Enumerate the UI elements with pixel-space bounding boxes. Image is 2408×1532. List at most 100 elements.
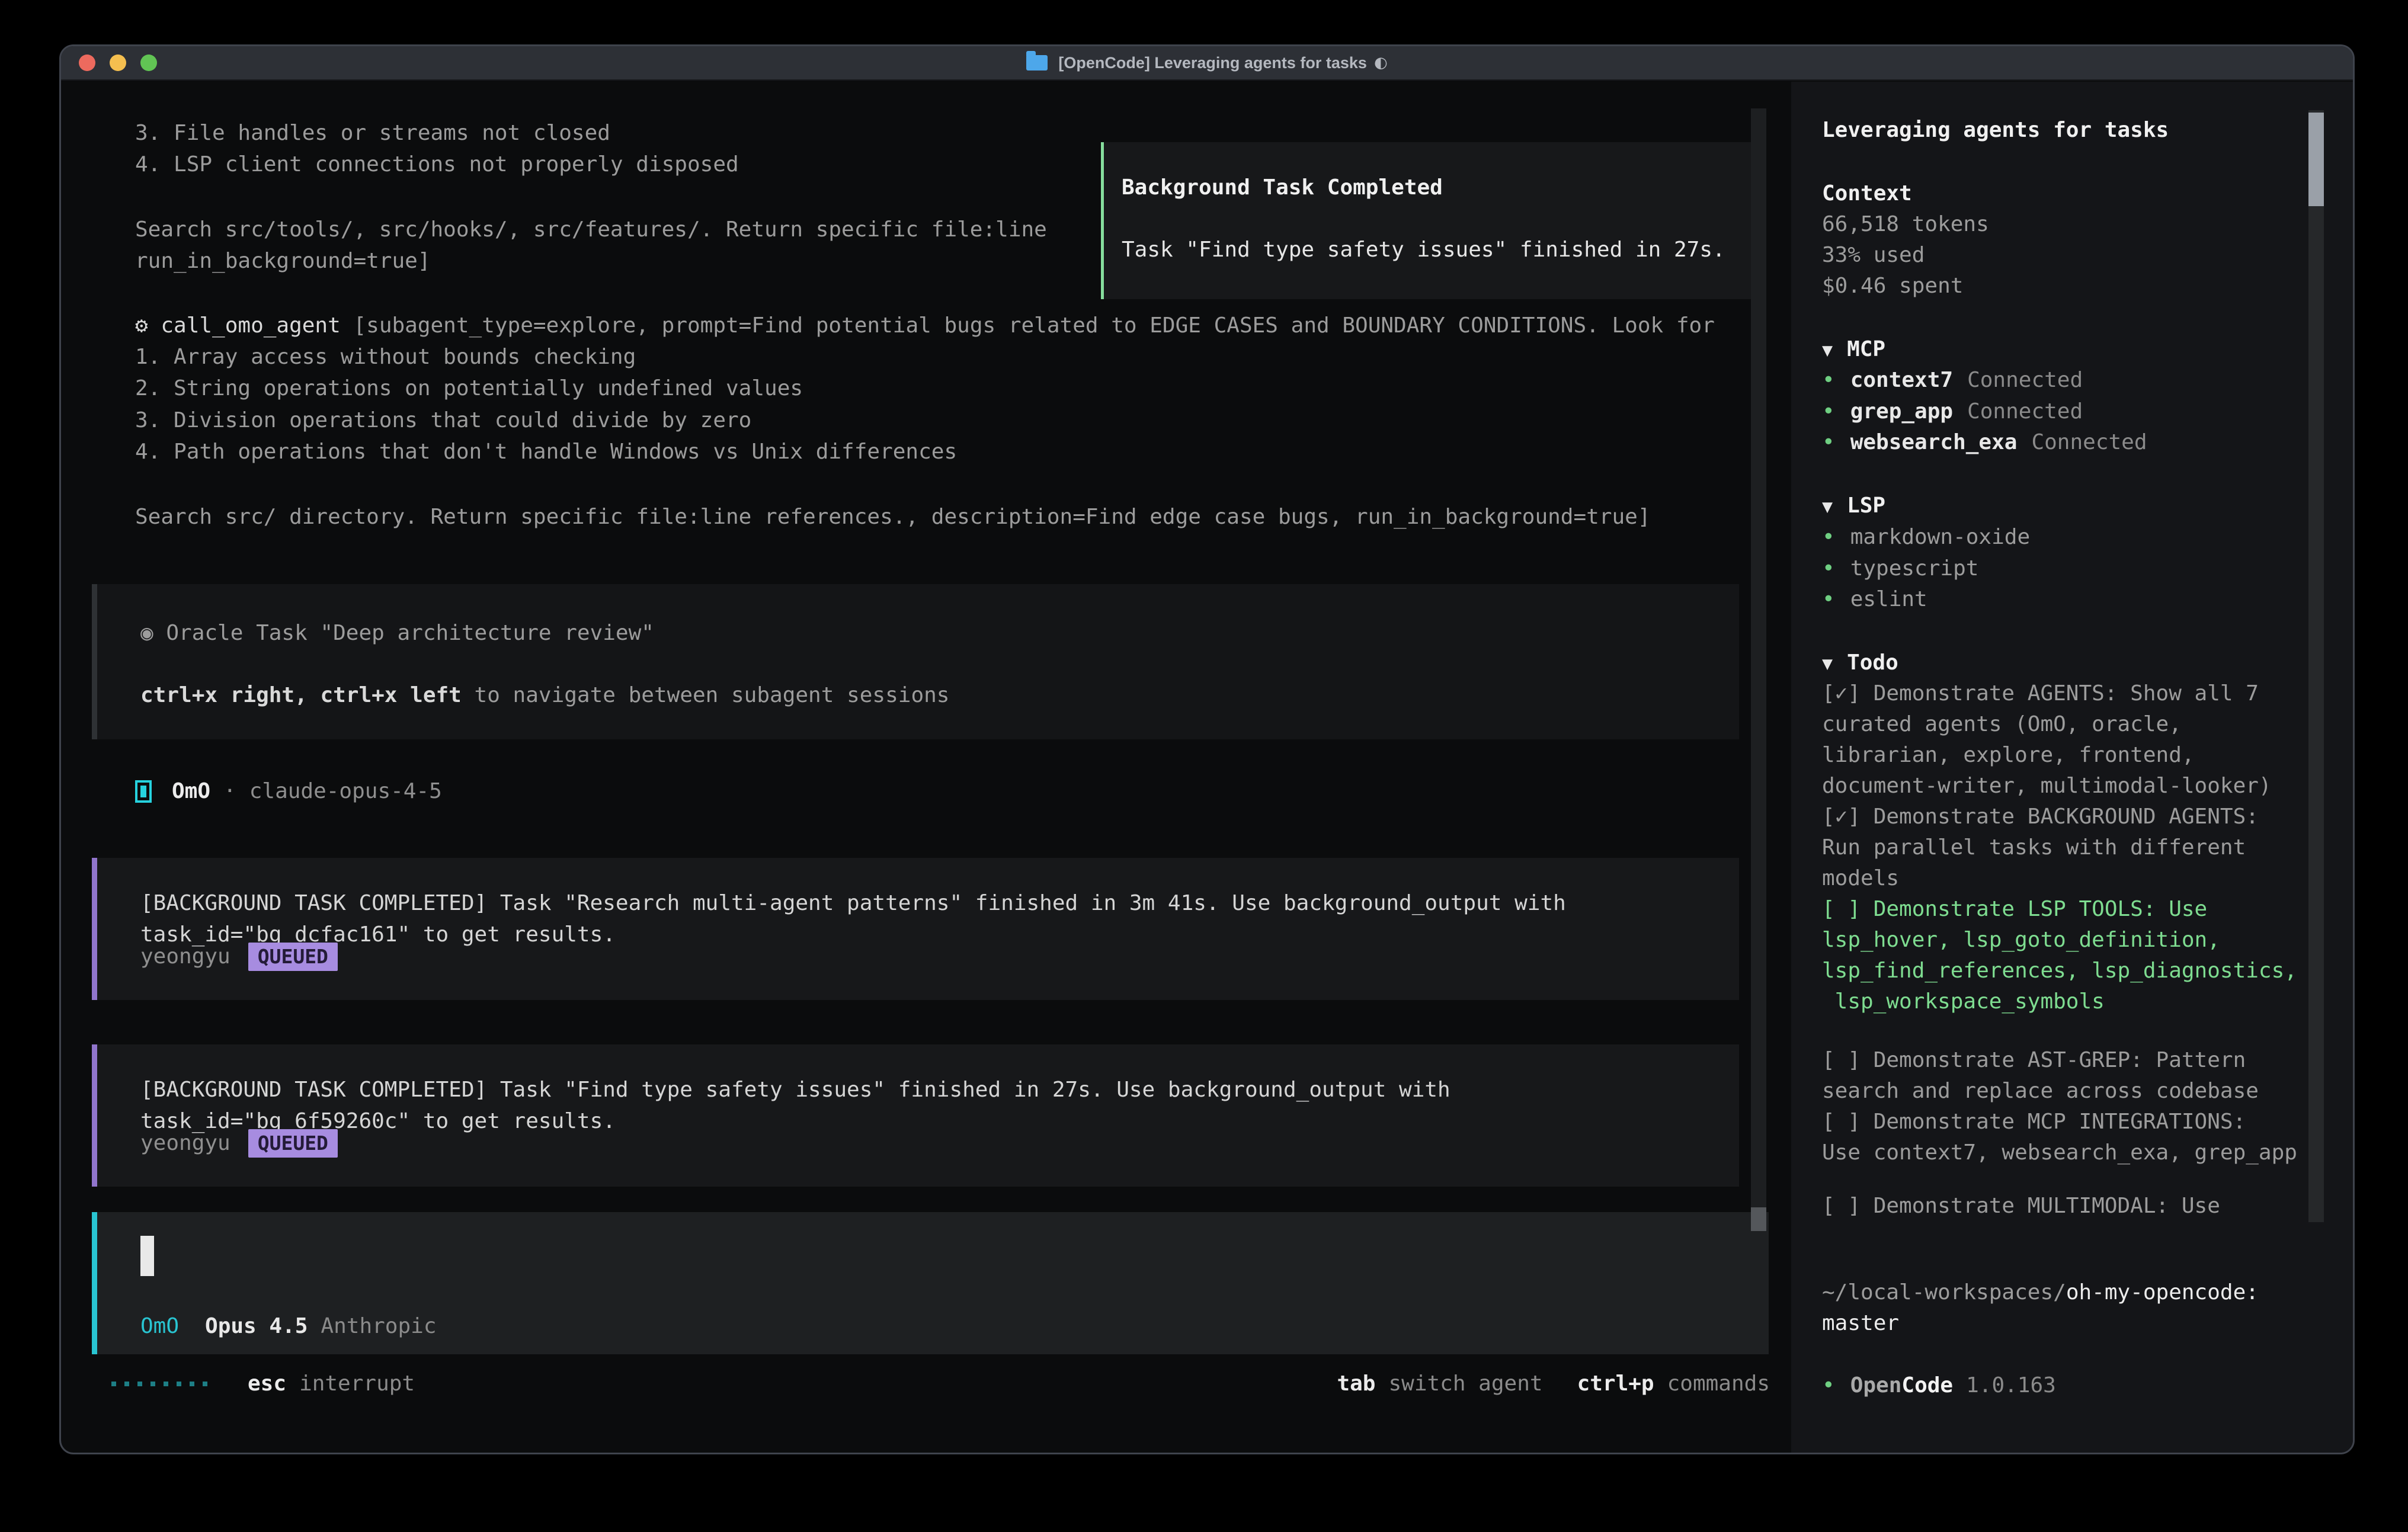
status-dot-icon: • bbox=[1822, 1373, 1835, 1398]
mcp-name: websearch_exa bbox=[1850, 430, 2018, 454]
todo-line: [✓] Demonstrate BACKGROUND AGENTS: bbox=[1822, 802, 2326, 832]
todo-line: search and replace across codebase bbox=[1822, 1076, 2326, 1107]
status-badge: QUEUED bbox=[248, 943, 338, 971]
mcp-status: Connected bbox=[2031, 430, 2147, 454]
status-dot-icon: • bbox=[1822, 525, 1835, 549]
todo-line-active: [ ] Demonstrate LSP TOOLS: Use bbox=[1822, 894, 2326, 925]
terminal-line: Search src/tools/, src/hooks/, src/featu… bbox=[135, 214, 1047, 245]
mcp-item: • websearch_exa Connected bbox=[1822, 427, 2147, 458]
background-task-message: [BACKGROUND TASK COMPLETED] Task "Resear… bbox=[92, 858, 1739, 1000]
terminal-line: run_in_background=true] bbox=[135, 245, 431, 277]
hint-description: to navigate between subagent sessions bbox=[475, 683, 950, 707]
mcp-section-header[interactable]: ▼MCP bbox=[1822, 334, 1885, 365]
agent-separator: · bbox=[223, 779, 236, 803]
todo-line: [ ] Demonstrate AST-GREP: Pattern bbox=[1822, 1045, 2326, 1076]
context-tokens: 66,518 tokens bbox=[1822, 209, 1989, 240]
close-button[interactable] bbox=[79, 55, 95, 71]
model-row: OmO Opus 4.5 Anthropic bbox=[140, 1310, 437, 1342]
lsp-name: markdown-oxide bbox=[1850, 525, 2030, 549]
agent-checkbox-icon bbox=[135, 780, 152, 803]
sidebar: Leveraging agents for tasks Context 66,5… bbox=[1791, 82, 2355, 1454]
message-user: yeongyu bbox=[140, 1131, 230, 1155]
prompt-input[interactable]: OmO Opus 4.5 Anthropic bbox=[92, 1212, 1769, 1354]
lsp-item: • markdown-oxide bbox=[1822, 521, 2030, 553]
oracle-task-card: ◉ Oracle Task "Deep architecture review"… bbox=[92, 584, 1739, 739]
lsp-name: typescript bbox=[1850, 556, 1979, 581]
lsp-section-header[interactable]: ▼LSP bbox=[1822, 490, 1885, 521]
terminal-line: 1. Array access without bounds checking bbox=[135, 341, 636, 373]
toast-body: Task "Find type safety issues" finished … bbox=[1122, 234, 1725, 265]
agent-header: OmO · claude-opus-4-5 bbox=[135, 775, 442, 807]
todo-line-active: lsp_find_references, lsp_diagnostics, bbox=[1822, 956, 2326, 986]
todo-list: [✓] Demonstrate AGENTS: Show all 7 curat… bbox=[1822, 678, 2326, 1222]
terminal-line: 4. LSP client connections not properly d… bbox=[135, 149, 739, 180]
context-spent: $0.46 spent bbox=[1822, 270, 1963, 302]
lsp-name: eslint bbox=[1850, 587, 1927, 611]
mcp-item: •context7Connected bbox=[1822, 364, 2083, 396]
tab-key-label: switch agent bbox=[1388, 1371, 1542, 1396]
minimize-button[interactable] bbox=[110, 55, 126, 71]
main-scrollbar-thumb[interactable] bbox=[1751, 1207, 1766, 1231]
message-meta: yeongyu QUEUED bbox=[140, 1127, 338, 1159]
main-scrollbar[interactable] bbox=[1751, 108, 1766, 1231]
input-provider-name: Anthropic bbox=[321, 1314, 436, 1338]
todo-line-active: lsp_hover, lsp_goto_definition, bbox=[1822, 925, 2326, 956]
todo-section-header[interactable]: ▼ Todo bbox=[1822, 647, 1898, 678]
oracle-task-title: ◉ Oracle Task "Deep architecture review" bbox=[140, 617, 654, 649]
session-title: Leveraging agents for tasks bbox=[1822, 114, 2169, 146]
context-heading: Context bbox=[1822, 178, 1912, 209]
title-bar: [OpenCode] Leveraging agents for tasks ◐ bbox=[61, 46, 2353, 81]
window-controls bbox=[79, 55, 157, 71]
half-moon-icon: ◐ bbox=[1374, 54, 1388, 72]
workspace-path-dim: ~/local-workspaces/ bbox=[1822, 1280, 2066, 1305]
terminal-line: Search src/ directory. Return specific f… bbox=[135, 501, 1651, 533]
todo-line: [ ] Demonstrate MULTIMODAL: Use bbox=[1822, 1191, 2326, 1222]
status-dot-icon: • bbox=[1822, 399, 1835, 424]
todo-line: Use context7, websearch_exa, grep_app bbox=[1822, 1137, 2326, 1168]
maximize-button[interactable] bbox=[140, 55, 157, 71]
agent-model: claude-opus-4-5 bbox=[249, 779, 442, 803]
todo-line: Run parallel tasks with different bbox=[1822, 832, 2326, 863]
agent-name: OmO bbox=[172, 779, 210, 803]
todo-line: [ ] Demonstrate MCP INTEGRATIONS: bbox=[1822, 1107, 2326, 1137]
collapse-triangle-icon: ▼ bbox=[1822, 653, 1833, 674]
todo-line-active: lsp_workspace_symbols bbox=[1822, 986, 2326, 1017]
screen: [OpenCode] Leveraging agents for tasks◐ … bbox=[0, 0, 2408, 1532]
terminal-line: 3. File handles or streams not closed bbox=[135, 117, 610, 149]
lsp-item: • eslint bbox=[1822, 584, 1927, 615]
oracle-task-hint: ctrl+x right, ctrl+x left to navigate be… bbox=[140, 680, 949, 711]
sidebar-scrollbar-thumb[interactable] bbox=[2308, 113, 2324, 206]
message-line: [BACKGROUND TASK COMPLETED] Task "Resear… bbox=[140, 887, 1566, 919]
tool-call-name: ⚙ call_omo_agent bbox=[135, 313, 353, 338]
background-task-toast[interactable]: Background Task Completed Task "Find typ… bbox=[1101, 142, 1760, 299]
sidebar-scrollbar[interactable] bbox=[2308, 110, 2324, 1222]
input-model-name: Opus 4.5 bbox=[205, 1314, 308, 1338]
toast-title: Background Task Completed bbox=[1122, 172, 1443, 203]
terminal-line: 3. Division operations that could divide… bbox=[135, 405, 751, 436]
version-row: •OpenCode1.0.163 bbox=[1822, 1370, 2056, 1401]
status-bar-right: tab switch agent ctrl+p commands bbox=[1337, 1368, 1770, 1399]
mcp-item: •grep_appConnected bbox=[1822, 396, 2083, 427]
brand-open: Open bbox=[1850, 1373, 1902, 1398]
background-task-message: [BACKGROUND TASK COMPLETED] Task "Find t… bbox=[92, 1044, 1739, 1187]
window-title-text: [OpenCode] Leveraging agents for tasks bbox=[1058, 54, 1367, 72]
activity-spinner-icon bbox=[111, 1382, 216, 1386]
hint-key-left: ctrl+x left bbox=[320, 683, 474, 707]
esc-key-hint: esc bbox=[248, 1371, 286, 1396]
hint-key-right: ctrl+x right, bbox=[140, 683, 320, 707]
todo-heading: Todo bbox=[1847, 650, 1898, 675]
mcp-name: context7 bbox=[1850, 368, 1953, 392]
status-dot-icon: • bbox=[1822, 587, 1835, 611]
status-bar-left: esc interrupt bbox=[111, 1368, 415, 1399]
esc-key-label: interrupt bbox=[299, 1371, 415, 1396]
todo-line: librarian, explore, frontend, bbox=[1822, 740, 2326, 771]
lsp-heading: LSP bbox=[1847, 493, 1885, 518]
ctrlp-key-hint: ctrl+p bbox=[1577, 1371, 1654, 1396]
brand-code: Code bbox=[1901, 1373, 1953, 1398]
tool-call-args: [subagent_type=explore, prompt=Find pote… bbox=[353, 313, 1714, 338]
status-dot-icon: • bbox=[1822, 430, 1835, 454]
message-line: [BACKGROUND TASK COMPLETED] Task "Find t… bbox=[140, 1074, 1450, 1105]
workspace-path: ~/local-workspaces/oh-my-opencode: bbox=[1822, 1277, 2259, 1308]
tool-call-line: ⚙ call_omo_agent [subagent_type=explore,… bbox=[135, 310, 1715, 341]
context-used: 33% used bbox=[1822, 239, 1925, 271]
